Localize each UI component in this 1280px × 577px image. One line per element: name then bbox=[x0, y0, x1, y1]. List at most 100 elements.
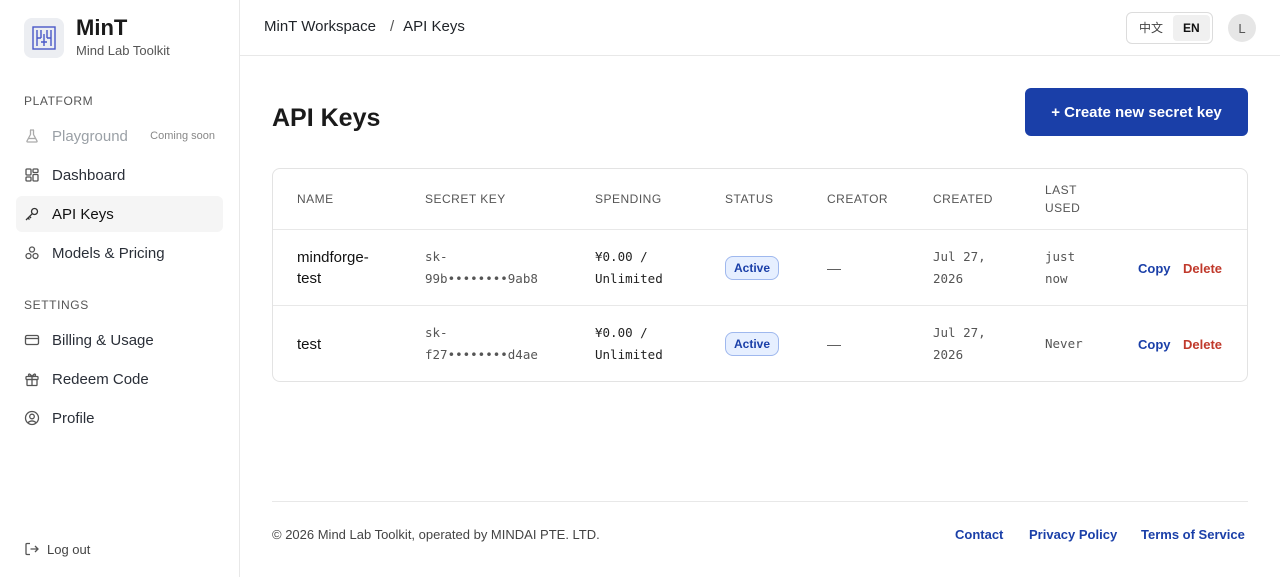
footer-privacy-link[interactable]: Privacy Policy bbox=[1029, 527, 1117, 542]
creator-cell: — bbox=[827, 230, 841, 306]
footer-divider bbox=[272, 501, 1248, 502]
sidebar-item-redeem-code[interactable]: Redeem Code bbox=[16, 361, 223, 397]
sidebar-item-label: Profile bbox=[52, 409, 95, 427]
last-used-cell: Never bbox=[1045, 306, 1083, 381]
status-badge: Active bbox=[725, 332, 780, 356]
sidebar-item-label: Dashboard bbox=[52, 166, 126, 184]
coming-soon-badge: Coming soon bbox=[150, 130, 215, 142]
credit-card-icon bbox=[24, 332, 40, 348]
column-header-secret-key: SECRET KEY bbox=[425, 192, 506, 206]
sidebar-item-profile[interactable]: Profile bbox=[16, 400, 223, 436]
column-header-spending: SPENDING bbox=[595, 192, 662, 206]
column-header-creator: CREATOR bbox=[827, 192, 889, 206]
key-name-line2: test bbox=[297, 270, 322, 287]
created-cell: Jul 27, 2026 bbox=[933, 230, 986, 306]
key-name: mindforge- test bbox=[297, 230, 369, 306]
create-secret-key-button[interactable]: + Create new secret key bbox=[1025, 88, 1248, 136]
last-used-line1: Never bbox=[1045, 336, 1083, 351]
copy-key-button[interactable]: Copy bbox=[1138, 261, 1171, 276]
dashboard-icon bbox=[24, 167, 40, 183]
creator-value: — bbox=[827, 336, 841, 352]
sidebar-item-models-pricing[interactable]: Models & Pricing bbox=[16, 235, 223, 271]
creator-cell: — bbox=[827, 306, 841, 381]
creator-value: — bbox=[827, 260, 841, 276]
sidebar: MinT Mind Lab Toolkit PLATFORM Playgroun… bbox=[0, 0, 240, 577]
brand-name: MinT bbox=[76, 15, 128, 40]
logout-button[interactable]: Log out bbox=[24, 541, 90, 557]
page-title: API Keys bbox=[272, 104, 381, 132]
sidebar-item-api-keys[interactable]: API Keys bbox=[16, 196, 223, 232]
status-cell: Active bbox=[725, 306, 780, 381]
row-actions: Copy bbox=[1138, 230, 1171, 306]
breadcrumb-separator: / bbox=[389, 18, 395, 35]
delete-key-button[interactable]: Delete bbox=[1183, 337, 1222, 352]
status-cell: Active bbox=[725, 230, 780, 306]
user-circle-icon bbox=[24, 410, 40, 426]
status-badge: Active bbox=[725, 256, 780, 280]
breadcrumb: MinT Workspace / API Keys bbox=[264, 18, 465, 35]
spending: ¥0.00 / Unlimited bbox=[595, 306, 663, 381]
created-cell: Jul 27, 2026 bbox=[933, 306, 986, 381]
created-year: 2026 bbox=[933, 347, 964, 362]
footer-terms-link[interactable]: Terms of Service bbox=[1141, 527, 1245, 542]
models-icon bbox=[24, 245, 40, 261]
breadcrumb-workspace[interactable]: MinT Workspace bbox=[264, 18, 376, 35]
secret-key: sk- 99b••••••••9ab8 bbox=[425, 230, 538, 306]
sidebar-item-dashboard[interactable]: Dashboard bbox=[16, 157, 223, 193]
sidebar-item-label: Billing & Usage bbox=[52, 331, 154, 349]
sidebar-item-label: Redeem Code bbox=[52, 370, 149, 388]
key-icon bbox=[24, 206, 40, 222]
footer-copyright: © 2026 Mind Lab Toolkit, operated by MIN… bbox=[272, 527, 600, 542]
avatar[interactable]: L bbox=[1228, 14, 1256, 42]
spending-amount: ¥0.00 / bbox=[595, 325, 648, 340]
brand-subtitle: Mind Lab Toolkit bbox=[76, 43, 170, 58]
column-header-last-used-line2: USED bbox=[1045, 201, 1081, 215]
breadcrumb-current: API Keys bbox=[403, 18, 465, 35]
sidebar-item-playground: Playground Coming soon bbox=[16, 118, 223, 154]
secret-key-prefix: sk- bbox=[425, 249, 448, 264]
key-name: test bbox=[297, 306, 322, 381]
last-used-cell: just now bbox=[1045, 230, 1075, 306]
created-date: Jul 27, bbox=[933, 325, 986, 340]
column-header-last-used-line1: LAST bbox=[1045, 183, 1078, 197]
last-used-line1: just bbox=[1045, 249, 1076, 264]
spending: ¥0.00 / Unlimited bbox=[595, 230, 663, 306]
row-actions: Copy bbox=[1138, 306, 1171, 381]
delete-key-button[interactable]: Delete bbox=[1183, 261, 1222, 276]
sidebar-item-label: Playground bbox=[52, 127, 128, 145]
column-header-created: CREATED bbox=[933, 192, 993, 206]
secret-key: sk- f27••••••••d4ae bbox=[425, 306, 538, 381]
row-actions-delete: Delete bbox=[1183, 306, 1222, 381]
lang-zh-button[interactable]: 中文 bbox=[1129, 15, 1173, 41]
secret-key-prefix: sk- bbox=[425, 325, 448, 340]
column-header-last-used: LAST USED bbox=[1045, 181, 1080, 217]
column-header-status: STATUS bbox=[725, 192, 774, 206]
spending-limit: Unlimited bbox=[595, 347, 663, 362]
mint-logo-icon bbox=[24, 17, 64, 58]
gift-icon bbox=[24, 371, 40, 387]
table-row: test sk- f27••••••••d4ae ¥0.00 / Unlimit… bbox=[273, 305, 1247, 381]
platform-section-label: PLATFORM bbox=[24, 94, 94, 108]
spending-amount: ¥0.00 / bbox=[595, 249, 648, 264]
footer-contact-link[interactable]: Contact bbox=[955, 527, 1003, 542]
row-actions-delete: Delete bbox=[1183, 230, 1222, 306]
copy-key-button[interactable]: Copy bbox=[1138, 337, 1171, 352]
api-keys-table: NAME SECRET KEY SPENDING STATUS CREATOR … bbox=[272, 168, 1248, 382]
lang-en-button[interactable]: EN bbox=[1173, 15, 1210, 41]
table-row: mindforge- test sk- 99b••••••••9ab8 ¥0.0… bbox=[273, 229, 1247, 305]
column-header-name: NAME bbox=[297, 192, 334, 206]
key-name-line1: test bbox=[297, 335, 322, 353]
secret-key-masked: f27••••••••d4ae bbox=[425, 347, 538, 362]
settings-section-label: SETTINGS bbox=[24, 298, 89, 312]
language-switcher: 中文 EN bbox=[1126, 12, 1213, 44]
brand[interactable]: MinT Mind Lab Toolkit bbox=[24, 16, 170, 59]
logout-label: Log out bbox=[47, 541, 91, 557]
created-date: Jul 27, bbox=[933, 249, 986, 264]
secret-key-masked: 99b••••••••9ab8 bbox=[425, 271, 538, 286]
sidebar-item-label: API Keys bbox=[52, 205, 114, 223]
top-bar: MinT Workspace / API Keys 中文 EN L bbox=[240, 0, 1280, 56]
sidebar-item-label: Models & Pricing bbox=[52, 244, 165, 262]
spending-limit: Unlimited bbox=[595, 271, 663, 286]
sidebar-item-billing-usage[interactable]: Billing & Usage bbox=[16, 322, 223, 358]
logout-icon bbox=[24, 541, 40, 557]
